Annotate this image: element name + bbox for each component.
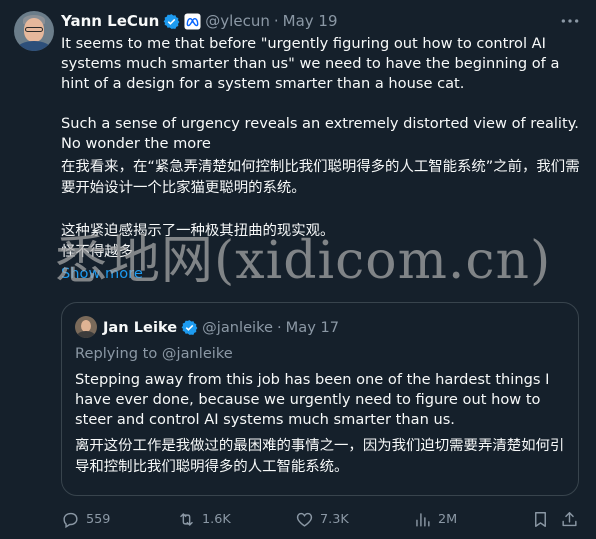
more-dots-icon[interactable]	[558, 11, 582, 31]
quoted-author-name[interactable]: Jan Leike	[103, 319, 177, 336]
quoted-author-handle[interactable]: @janleike	[202, 319, 273, 336]
tweet-date[interactable]: May 19	[283, 12, 338, 30]
quoted-tweet[interactable]: Jan Leike @janleike · May 17 Replying to…	[61, 302, 579, 496]
reply-count: 559	[86, 511, 111, 527]
repost-button[interactable]: 1.6K	[177, 508, 231, 530]
heart-icon	[296, 512, 313, 527]
views-chart-icon	[416, 512, 430, 527]
quoted-tweet-date[interactable]: May 17	[286, 319, 339, 336]
like-count: 7.3K	[320, 511, 349, 527]
quoted-header-separator: ·	[277, 318, 282, 336]
tweet: Yann LeCun @ylecun · May 19 It seems to …	[0, 0, 596, 539]
view-count: 2M	[438, 511, 458, 527]
verified-badge-icon[interactable]	[163, 13, 180, 30]
replying-to-handle[interactable]: @janleike	[162, 345, 233, 362]
repost-icon	[180, 512, 193, 526]
tweet-paragraph-zh-1: 在我看来，在“紧急弄清楚如何控制比我们聪明得多的人工智能系统”之前，我们需要开始…	[61, 159, 580, 197]
tweet-header: Yann LeCun @ylecun · May 19	[61, 10, 338, 32]
tweet-body: It seems to me that before "urgently fig…	[61, 34, 583, 284]
views-button[interactable]: 2M	[413, 508, 457, 530]
author-name[interactable]: Yann LeCun	[61, 12, 159, 30]
author-handle[interactable]: @ylecun	[205, 12, 270, 30]
meta-affiliation-icon[interactable]	[184, 12, 201, 30]
repost-count: 1.6K	[202, 511, 231, 527]
tweet-paragraph-en-1: It seems to me that before "urgently fig…	[61, 35, 560, 93]
tweet-actions: 559 1.6K 7.3K 2M	[61, 508, 583, 530]
reply-button[interactable]: 559	[61, 508, 110, 530]
quoted-tweet-body: Stepping away from this job has been one…	[75, 370, 569, 478]
replying-to-line: Replying to @janleike	[75, 345, 233, 362]
like-button[interactable]: 7.3K	[295, 508, 349, 530]
verified-badge-icon	[181, 319, 198, 336]
bookmark-button[interactable]	[531, 508, 550, 530]
share-icon	[562, 511, 577, 526]
quoted-text-en: Stepping away from this job has been one…	[75, 371, 550, 429]
author-avatar[interactable]	[14, 11, 54, 51]
bookmark-icon	[535, 511, 546, 527]
quoted-author-avatar[interactable]	[75, 316, 97, 338]
quoted-tweet-header: Jan Leike @janleike · May 17	[103, 317, 339, 337]
share-button[interactable]	[560, 508, 579, 530]
reply-icon	[63, 512, 78, 528]
replying-to-prefix: Replying to	[75, 345, 162, 362]
quoted-text-zh: 离开这份工作是我做过的最困难的事情之一，因为我们迫切需要弄清楚如何引导和控制比我…	[75, 438, 565, 476]
header-separator: ·	[273, 12, 279, 30]
tweet-paragraph-en-2: Such a sense of urgency reveals an extre…	[61, 115, 579, 153]
show-more-link[interactable]: Show more	[61, 264, 583, 284]
tweet-paragraph-zh-2: 这种紧迫感揭示了一种极其扭曲的现实观。 怪不得越多	[61, 223, 335, 261]
